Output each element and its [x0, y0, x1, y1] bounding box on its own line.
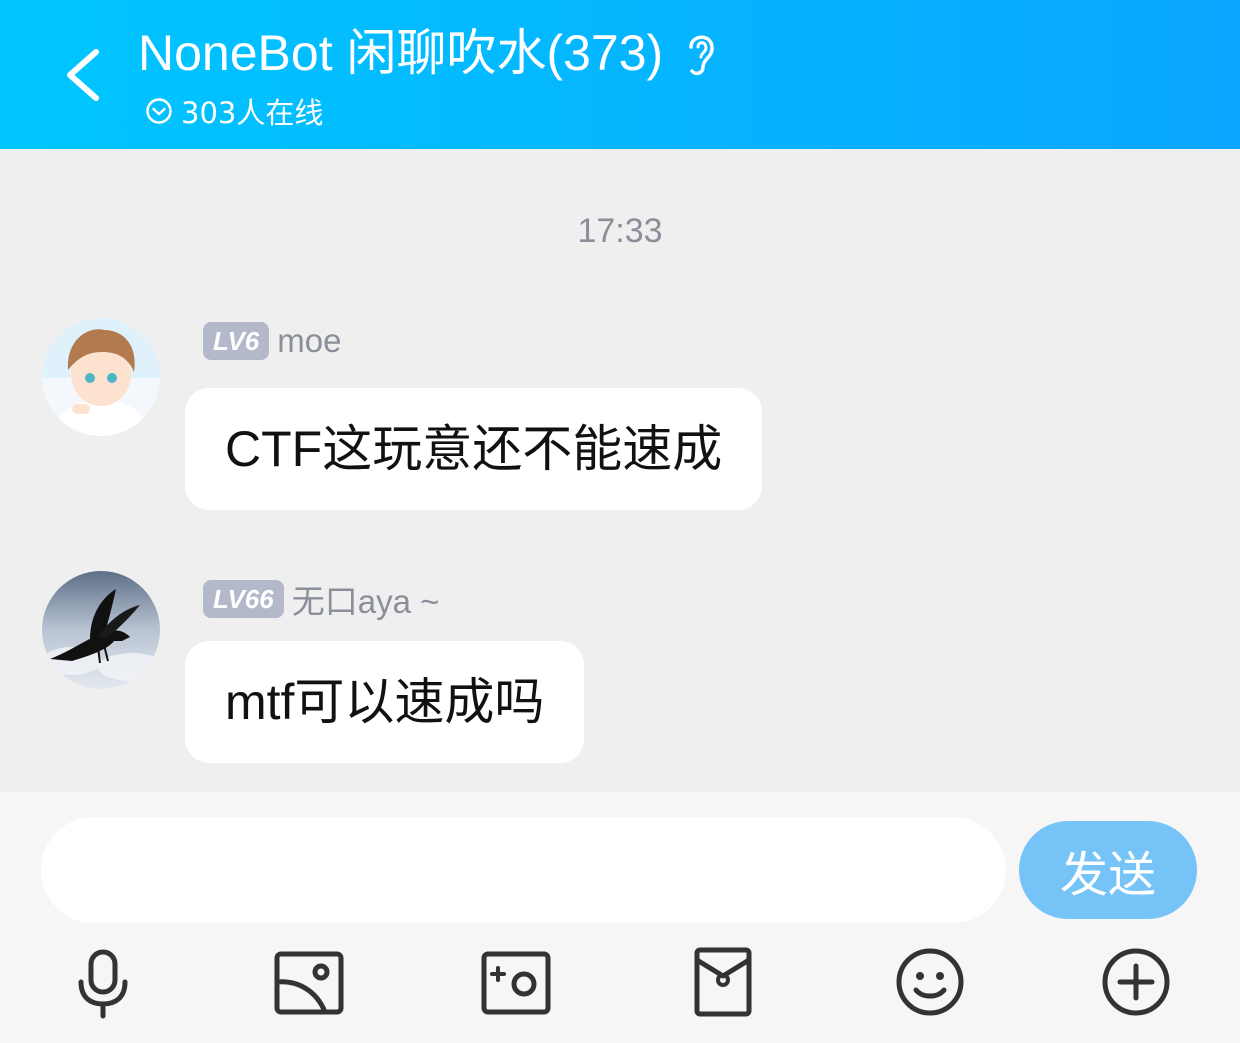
message-timestamp: 17:33 — [577, 212, 663, 250]
sender-name[interactable]: 无口aya ~ — [292, 575, 440, 623]
message-input[interactable] — [41, 817, 1006, 923]
title-row[interactable]: NoneBot 闲聊吹水(373) — [138, 24, 721, 82]
microphone-icon — [78, 949, 128, 1019]
avatar[interactable] — [42, 318, 160, 436]
message-meta: LV6 moe — [203, 322, 341, 360]
more-button[interactable] — [1096, 942, 1176, 1022]
emoji-icon — [896, 948, 964, 1016]
image-button[interactable] — [269, 942, 349, 1022]
message-bubble[interactable]: mtf可以速成吗 — [185, 641, 585, 763]
send-button[interactable]: 发送 — [1019, 821, 1197, 919]
chevron-down-circle-icon — [146, 98, 172, 124]
avatar[interactable] — [42, 571, 160, 689]
composer: 发送 — [0, 792, 1240, 1043]
composer-toolbar — [0, 942, 1240, 1032]
online-count: 303人在线 — [181, 96, 324, 130]
red-packet-button[interactable] — [683, 942, 763, 1022]
message-meta: LV66 无口aya ~ — [203, 575, 439, 623]
chat-header: NoneBot 闲聊吹水(373) 303人在线 — [0, 0, 1240, 149]
level-badge: LV66 — [203, 580, 284, 618]
image-icon — [274, 951, 344, 1015]
red-packet-icon — [694, 947, 752, 1017]
online-status[interactable]: 303人在线 — [145, 90, 323, 132]
camera-button[interactable] — [476, 942, 556, 1022]
voice-button[interactable] — [63, 942, 143, 1022]
ear-icon[interactable] — [681, 27, 721, 79]
group-title: NoneBot 闲聊吹水(373) — [138, 25, 664, 81]
back-button[interactable] — [58, 40, 118, 110]
emoji-button[interactable] — [890, 942, 970, 1022]
message-bubble[interactable]: CTF这玩意还不能速成 — [185, 388, 763, 510]
chevron-left-icon — [67, 49, 99, 101]
plus-icon — [1102, 948, 1170, 1016]
camera-icon — [481, 951, 551, 1015]
sender-name[interactable]: moe — [277, 322, 341, 360]
level-badge: LV6 — [203, 322, 270, 360]
